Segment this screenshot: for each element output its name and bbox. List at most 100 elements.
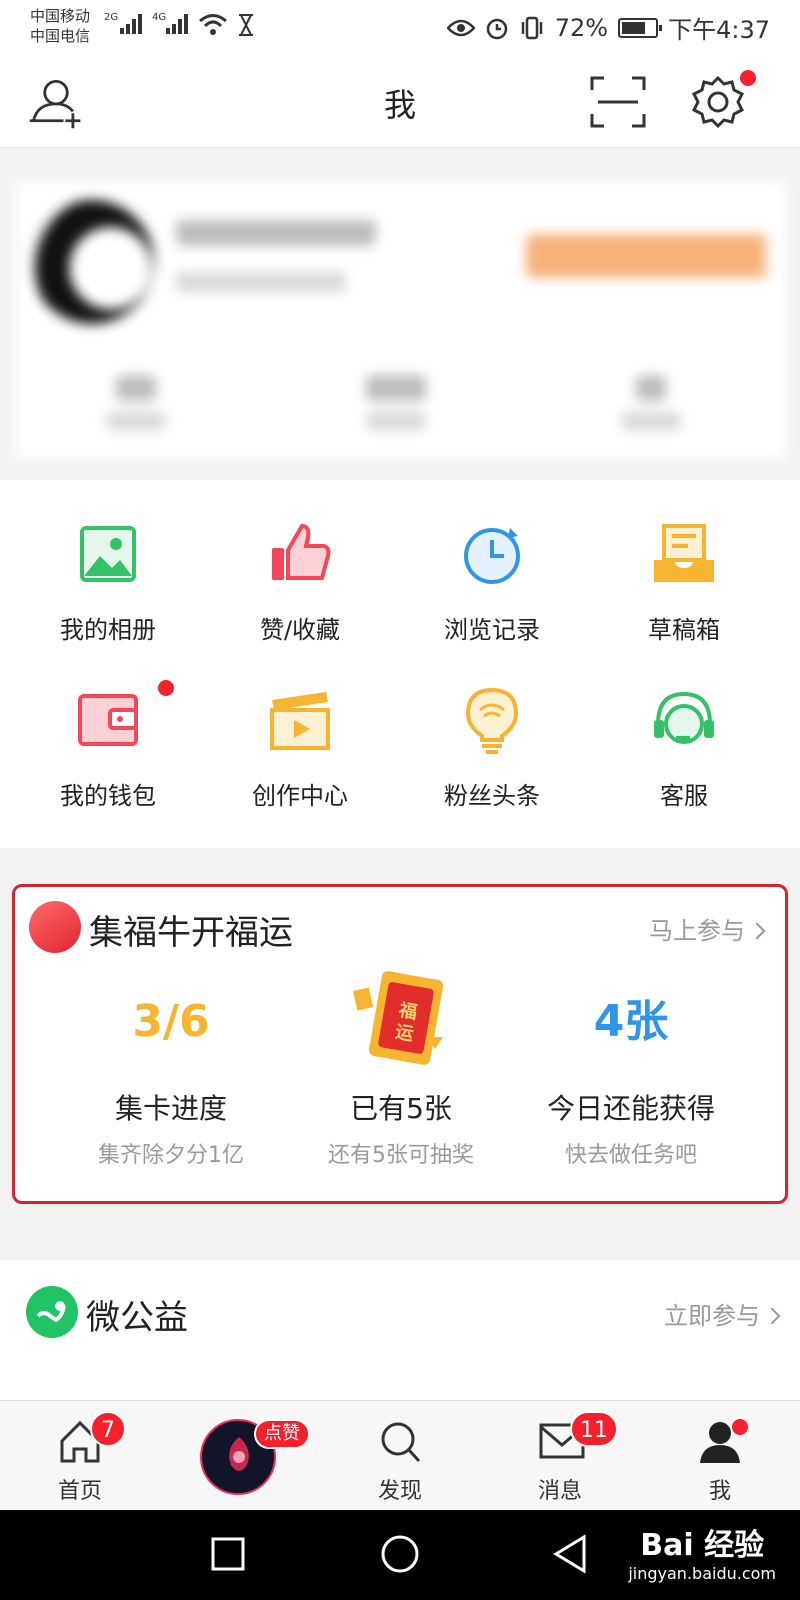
grid-item-label: 我的相册: [60, 616, 156, 644]
charity-title: 微公益: [86, 1298, 188, 1338]
join-now-label: 马上参与: [649, 917, 745, 945]
system-nav-bar: Bai 经验 jingyan.baidu.com: [0, 1510, 800, 1600]
charity-section[interactable]: 微公益 立即参与: [0, 1260, 800, 1400]
messages-badge: 11: [570, 1411, 618, 1447]
grid-item-label: 客服: [660, 782, 708, 810]
grid-item-label: 赞/收藏: [259, 616, 341, 644]
grid-item-customer-service[interactable]: 客服: [584, 656, 784, 816]
participate-now-label: 立即参与: [664, 1302, 760, 1330]
owned-cards-label: 已有5张: [350, 1092, 452, 1125]
charity-hand-icon: [36, 1301, 66, 1323]
recent-apps-button-icon[interactable]: [210, 1536, 246, 1572]
stat-label-blurred: [106, 412, 166, 430]
battery-fill: [622, 21, 646, 34]
card-progress-sub: 集齐除夕分1亿: [98, 1143, 244, 1168]
tab-label: 首页: [57, 1479, 102, 1504]
grid-item-drafts[interactable]: 草稿箱: [584, 490, 784, 650]
settings-notification-dot: [740, 70, 756, 86]
signal-bars-1-icon: [120, 12, 142, 34]
wallet-notification-dot: [158, 680, 174, 696]
owned-cards-stat[interactable]: 福 运 已有5张 还有5张可抽奖: [281, 971, 521, 1169]
grid-item-creator-center[interactable]: 创作中心: [200, 656, 400, 816]
home-button-icon[interactable]: [380, 1534, 420, 1574]
card-progress-label: 集卡进度: [114, 1092, 227, 1125]
owned-cards-sub: 还有5张可抽奖: [328, 1143, 474, 1168]
today-remaining-value: 4张: [593, 996, 669, 1047]
fortune-card-text-1: 福: [396, 999, 419, 1024]
watermark-url: jingyan.baidu.com: [628, 1564, 776, 1583]
fortune-logo-icon: [29, 901, 81, 953]
join-now-link[interactable]: 马上参与: [649, 911, 766, 946]
grid-item-fans-headline[interactable]: 粉丝头条: [392, 656, 592, 816]
fortune-card-text-2: 运: [394, 1022, 415, 1046]
carrier-1: 中国移动: [30, 7, 91, 25]
signal-bars-2-icon: [166, 12, 188, 34]
promo-badge-blurred[interactable]: [526, 234, 766, 278]
wifi-icon: [199, 14, 227, 35]
grid-item-label: 浏览记录: [444, 616, 540, 644]
search-icon: [381, 1422, 421, 1463]
back-button-icon[interactable]: [552, 1534, 588, 1574]
user-subtitle-blurred: [176, 272, 346, 292]
network-type-1: 2G: [104, 12, 119, 23]
grid-item-label: 草稿箱: [648, 616, 720, 644]
fortune-card-section[interactable]: 集福牛开福运 马上参与 3/6 集卡进度 集齐除夕分1亿 福 运 已有5张 还有…: [12, 884, 788, 1204]
fortune-card-image: 福 运: [281, 971, 521, 1067]
today-remaining-stat[interactable]: 4张 今日还能获得 快去做任务吧: [511, 977, 751, 1169]
battery-icon: [618, 17, 663, 38]
tab-live[interactable]: 点赞: [170, 1401, 310, 1511]
home-badge: 7: [90, 1411, 126, 1447]
vibrate-icon: [521, 16, 542, 39]
grid-item-history[interactable]: 浏览记录: [392, 490, 592, 650]
bottom-tab-bar: 7 首页 点赞 发现 11 消息 我: [0, 1400, 800, 1510]
alarm-icon: [486, 18, 507, 39]
thumbs-up-icon: [272, 523, 331, 580]
stat-count-blurred: [116, 375, 156, 401]
card-progress-value: 3/6: [132, 996, 210, 1047]
top-header: 我: [0, 52, 800, 148]
avatar-emblem-icon: [229, 1437, 249, 1471]
card-progress-stat[interactable]: 3/6 集卡进度 集齐除夕分1亿: [51, 977, 291, 1169]
tab-discover[interactable]: 发现: [330, 1401, 470, 1511]
stat-label-blurred: [621, 412, 681, 430]
hourglass-icon: [239, 14, 253, 36]
function-grid: 我的相册 赞/收藏 浏览记录 草稿箱 我的钱包 创作中心 粉丝头条 客服: [0, 480, 800, 848]
stat-label-blurred: [366, 412, 426, 430]
watermark-logo: Bai 经验 jingyan.baidu.com: [628, 1520, 776, 1583]
network-type-2: 4G: [152, 12, 167, 23]
tab-messages[interactable]: 11 消息: [490, 1401, 630, 1511]
chevron-right-icon: [763, 1307, 781, 1325]
fortune-title: 集福牛开福运: [89, 913, 293, 953]
grid-item-likes-favorites[interactable]: 赞/收藏: [200, 490, 400, 650]
settings-gear-icon[interactable]: [688, 72, 748, 132]
tab-home[interactable]: 7 首页: [10, 1401, 150, 1511]
participate-now-link[interactable]: 立即参与: [664, 1296, 781, 1331]
draft-box-icon: [654, 524, 714, 582]
tab-label: 发现: [377, 1479, 422, 1504]
clock-history-icon: [464, 528, 520, 584]
watermark-brand: Bai 经验: [640, 1528, 765, 1563]
stat-count-blurred: [366, 375, 426, 401]
avatar[interactable]: [30, 200, 154, 324]
battery-percent: 72%: [554, 13, 609, 42]
tab-label: 我: [708, 1479, 731, 1504]
grid-item-wallet[interactable]: 我的钱包: [8, 656, 208, 816]
lightbulb-icon: [465, 687, 519, 754]
carrier-names: 中国移动 中国电信: [30, 6, 90, 46]
scan-icon[interactable]: [588, 72, 648, 132]
status-right: 72% 下午4:37: [446, 10, 770, 45]
fortune-card-icon: 福 运: [353, 971, 444, 1065]
chevron-right-icon: [748, 922, 766, 940]
photo-album-icon: [80, 526, 136, 582]
tab-me[interactable]: 我: [650, 1401, 790, 1511]
grid-item-photo-album[interactable]: 我的相册: [8, 490, 208, 650]
grid-item-label: 我的钱包: [60, 782, 156, 810]
charity-heart-icon: [26, 1286, 78, 1338]
page-title: 我: [383, 86, 416, 124]
stat-count-blurred: [636, 375, 666, 401]
status-bar: 中国移动 中国电信 2G 4G 72% 下午4:37: [0, 0, 800, 52]
headset-icon: [654, 691, 714, 744]
profile-card[interactable]: [16, 180, 786, 460]
grid-item-label: 粉丝头条: [444, 782, 540, 810]
today-remaining-label: 今日还能获得: [546, 1092, 715, 1125]
